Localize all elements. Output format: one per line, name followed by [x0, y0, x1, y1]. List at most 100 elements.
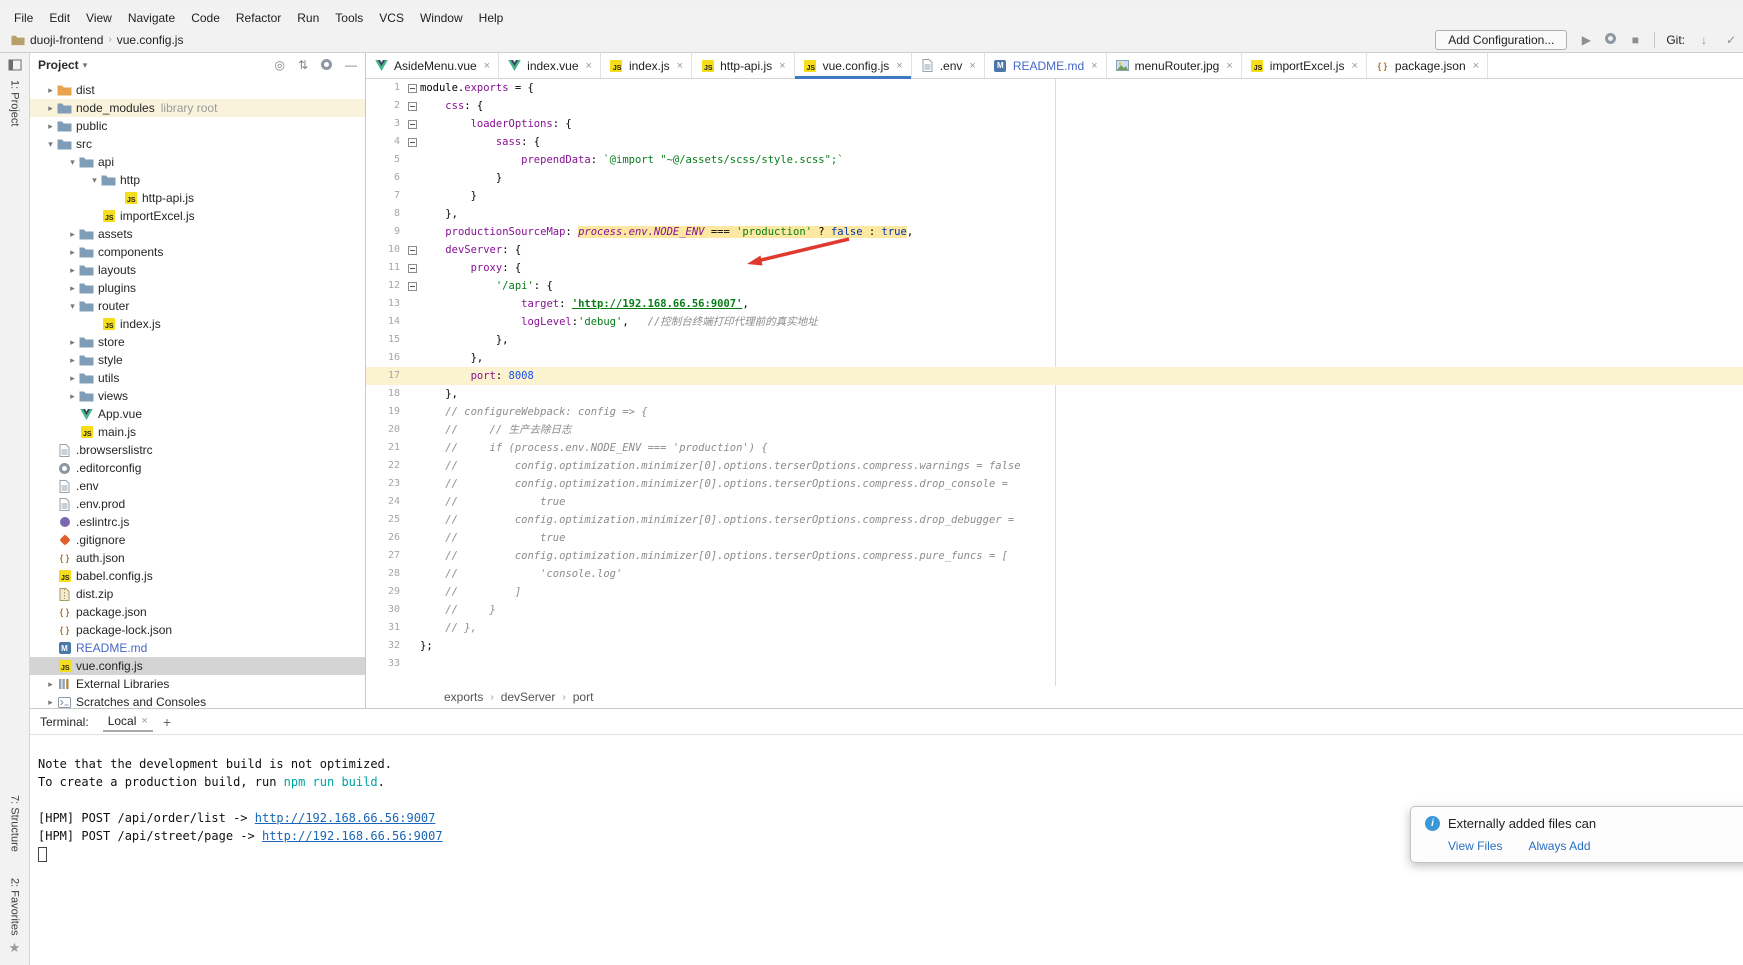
line-number[interactable]: 3: [366, 115, 404, 133]
chevron-right-icon[interactable]: ▸: [44, 697, 57, 708]
breadcrumb-item[interactable]: port: [573, 690, 594, 704]
menu-vcs[interactable]: VCS: [371, 10, 412, 26]
line-number[interactable]: 25: [366, 511, 404, 529]
tree-item[interactable]: ▾src: [30, 135, 365, 153]
code-line[interactable]: 10 devServer: {: [366, 241, 1743, 259]
code-line[interactable]: 2 css: {: [366, 97, 1743, 115]
menu-navigate[interactable]: Navigate: [120, 10, 183, 26]
code-line[interactable]: 30 // }: [366, 601, 1743, 619]
line-number[interactable]: 26: [366, 529, 404, 547]
tree-item[interactable]: ▸node_moduleslibrary root: [30, 99, 365, 117]
chevron-right-icon[interactable]: ▸: [66, 337, 79, 348]
menu-help[interactable]: Help: [471, 10, 512, 26]
code-line[interactable]: 24 // true: [366, 493, 1743, 511]
tool-button-favorites[interactable]: 2: Favorites ★: [3, 873, 27, 961]
chevron-right-icon[interactable]: ▸: [44, 121, 57, 132]
hide-icon[interactable]: —: [345, 59, 357, 71]
close-icon[interactable]: ×: [141, 715, 147, 727]
tree-item[interactable]: .editorconfig: [30, 459, 365, 477]
line-number[interactable]: 19: [366, 403, 404, 421]
line-number[interactable]: 18: [366, 385, 404, 403]
tree-item[interactable]: JSindex.js: [30, 315, 365, 333]
code-line[interactable]: 13 target: 'http://192.168.66.56:9007',: [366, 295, 1743, 313]
tree-item[interactable]: ▸plugins: [30, 279, 365, 297]
code-line[interactable]: 14 logLevel:'debug', //控制台终端打印代理前的真实地址: [366, 313, 1743, 331]
collapse-icon[interactable]: ⇅: [298, 59, 308, 71]
line-number[interactable]: 11: [366, 259, 404, 277]
line-number[interactable]: 1: [366, 79, 404, 97]
tree-item[interactable]: .gitignore: [30, 531, 365, 549]
fold-icon[interactable]: [408, 102, 417, 111]
menu-view[interactable]: View: [78, 10, 120, 26]
line-number[interactable]: 32: [366, 637, 404, 655]
tree-item[interactable]: .env.prod: [30, 495, 365, 513]
code-editor[interactable]: 1module.exports = {2 css: {3 loaderOptio…: [366, 79, 1743, 686]
editor-tab[interactable]: AsideMenu.vue×: [366, 53, 499, 78]
menu-window[interactable]: Window: [412, 10, 471, 26]
line-number[interactable]: 6: [366, 169, 404, 187]
line-number[interactable]: 12: [366, 277, 404, 295]
code-line[interactable]: 21 // if (process.env.NODE_ENV === 'prod…: [366, 439, 1743, 457]
chevron-right-icon[interactable]: ▸: [44, 679, 57, 690]
close-icon[interactable]: ×: [484, 60, 490, 72]
code-line[interactable]: 7 }: [366, 187, 1743, 205]
code-line[interactable]: 11 proxy: {: [366, 259, 1743, 277]
fold-icon[interactable]: [408, 138, 417, 147]
tree-item[interactable]: ▸assets: [30, 225, 365, 243]
code-line[interactable]: 3 loaderOptions: {: [366, 115, 1743, 133]
fold-icon[interactable]: [408, 84, 417, 93]
chevron-right-icon[interactable]: ▸: [66, 265, 79, 276]
notification-link[interactable]: View Files: [1448, 839, 1502, 853]
tool-button-structure[interactable]: 7: Structure: [3, 790, 27, 857]
code-line[interactable]: 27 // config.optimization.minimizer[0].o…: [366, 547, 1743, 565]
chevron-right-icon[interactable]: ▸: [66, 229, 79, 240]
code-line[interactable]: 32};: [366, 637, 1743, 655]
tree-item[interactable]: App.vue: [30, 405, 365, 423]
line-number[interactable]: 21: [366, 439, 404, 457]
chevron-down-icon[interactable]: ▾: [66, 157, 79, 168]
tree-item[interactable]: .env: [30, 477, 365, 495]
tree-item[interactable]: ▾api: [30, 153, 365, 171]
editor-tab[interactable]: JSimportExcel.js×: [1242, 53, 1367, 78]
line-number[interactable]: 13: [366, 295, 404, 313]
line-number[interactable]: 30: [366, 601, 404, 619]
line-number[interactable]: 5: [366, 151, 404, 169]
code-line[interactable]: 33: [366, 655, 1743, 673]
chevron-down-icon[interactable]: ▾: [66, 301, 79, 312]
editor-tab[interactable]: JSvue.config.js×: [795, 53, 912, 78]
chevron-right-icon[interactable]: ▸: [66, 283, 79, 294]
editor-tab[interactable]: index.vue×: [499, 53, 601, 78]
tree-item[interactable]: ▸views: [30, 387, 365, 405]
tree-item[interactable]: ▸components: [30, 243, 365, 261]
line-number[interactable]: 24: [366, 493, 404, 511]
line-number[interactable]: 28: [366, 565, 404, 583]
line-number[interactable]: 20: [366, 421, 404, 439]
tree-item[interactable]: ▸store: [30, 333, 365, 351]
code-line[interactable]: 31 // },: [366, 619, 1743, 637]
close-icon[interactable]: ×: [896, 60, 902, 72]
code-line[interactable]: 8 },: [366, 205, 1743, 223]
code-line[interactable]: 26 // true: [366, 529, 1743, 547]
line-number[interactable]: 23: [366, 475, 404, 493]
menu-tools[interactable]: Tools: [327, 10, 371, 26]
code-line[interactable]: 20 // // 生产去除日志: [366, 421, 1743, 439]
notification-link[interactable]: Always Add: [1528, 839, 1590, 853]
line-number[interactable]: 31: [366, 619, 404, 637]
code-line[interactable]: 16 },: [366, 349, 1743, 367]
close-icon[interactable]: ×: [779, 60, 785, 72]
code-line[interactable]: 6 }: [366, 169, 1743, 187]
line-number[interactable]: 14: [366, 313, 404, 331]
chevron-right-icon[interactable]: ▸: [66, 247, 79, 258]
fold-icon[interactable]: [408, 120, 417, 129]
code-line[interactable]: 4 sass: {: [366, 133, 1743, 151]
code-line[interactable]: 29 // ]: [366, 583, 1743, 601]
code-line[interactable]: 5 prependData: `@import "~@/assets/scss/…: [366, 151, 1743, 169]
close-icon[interactable]: ×: [1351, 60, 1357, 72]
editor-tab[interactable]: MREADME.md×: [985, 53, 1107, 78]
tool-button-project[interactable]: 1: Project: [0, 53, 29, 131]
menu-refactor[interactable]: Refactor: [228, 10, 289, 26]
chevron-right-icon[interactable]: ▸: [66, 355, 79, 366]
tree-item[interactable]: dist.zip: [30, 585, 365, 603]
close-icon[interactable]: ×: [677, 60, 683, 72]
tree-item[interactable]: ▸Scratches and Consoles: [30, 693, 365, 708]
